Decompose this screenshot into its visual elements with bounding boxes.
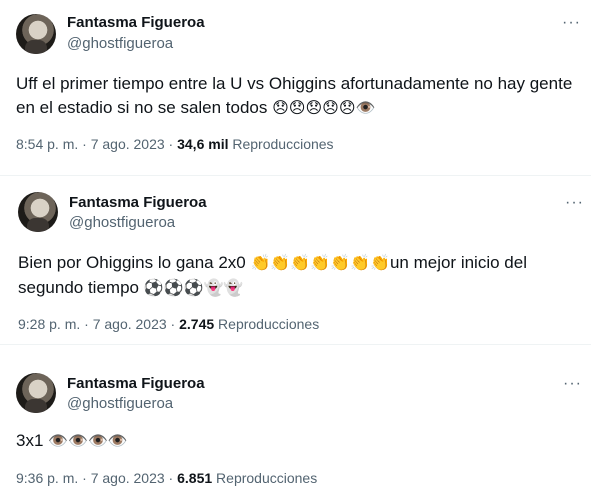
- tweet-emojis: 😞😞😞😞😞👁️: [272, 100, 376, 117]
- avatar[interactable]: [18, 192, 58, 232]
- tweet-time[interactable]: 9:28 p. m. · 7 ago. 2023 ·: [18, 316, 179, 332]
- tweet-meta: 9:28 p. m. · 7 ago. 2023 · 2.745 Reprodu…: [18, 316, 319, 332]
- author-name[interactable]: Fantasma Figueroa: [69, 194, 207, 211]
- author-name[interactable]: Fantasma Figueroa: [67, 375, 205, 392]
- tweet-2[interactable]: Fantasma Figueroa @ghostfigueroa ··· Bie…: [0, 175, 591, 345]
- avatar[interactable]: [16, 373, 56, 413]
- author-name[interactable]: Fantasma Figueroa: [67, 14, 205, 31]
- ball-ghost-emojis: ⚽⚽⚽👻👻: [143, 280, 244, 297]
- avatar[interactable]: [16, 14, 56, 54]
- tweet-meta: 9:36 p. m. · 7 ago. 2023 · 6.851 Reprodu…: [16, 470, 317, 486]
- tweet-text-part-a: Bien por Ohiggins lo gana 2x0: [18, 253, 251, 272]
- views-label: Reproducciones: [214, 316, 320, 332]
- tweet-3[interactable]: Fantasma Figueroa @ghostfigueroa ··· 3x1…: [0, 355, 591, 501]
- eye-emojis: 👁️👁️👁️👁️: [48, 433, 128, 450]
- tweet-time[interactable]: 8:54 p. m. · 7 ago. 2023 ·: [16, 136, 177, 152]
- more-options-icon[interactable]: ···: [562, 15, 581, 31]
- views-label: Reproducciones: [228, 136, 334, 152]
- tweet-meta: 8:54 p. m. · 7 ago. 2023 · 34,6 mil Repr…: [16, 136, 334, 152]
- tweet-text-part-b: un mejor inicio del: [389, 253, 527, 272]
- view-count: 34,6 mil: [177, 136, 229, 152]
- author-handle[interactable]: @ghostfigueroa: [69, 214, 175, 231]
- clap-emojis: 👏👏👏👏👏👏👏: [250, 255, 390, 272]
- tweet-1[interactable]: Fantasma Figueroa @ghostfigueroa ··· Uff…: [0, 0, 591, 168]
- more-options-icon[interactable]: ···: [565, 195, 584, 211]
- tweet-text: Uff el primer tiempo entre la U vs Ohigg…: [16, 72, 576, 121]
- author-handle[interactable]: @ghostfigueroa: [67, 395, 173, 412]
- more-options-icon[interactable]: ···: [563, 376, 582, 392]
- tweet-text: Bien por Ohiggins lo gana 2x0 👏👏👏👏👏👏👏un …: [18, 251, 578, 301]
- view-count: 2.745: [179, 316, 215, 332]
- tweet-time[interactable]: 9:36 p. m. · 7 ago. 2023 ·: [16, 470, 177, 486]
- view-count: 6.851: [177, 470, 213, 486]
- views-label: Reproducciones: [212, 470, 318, 486]
- tweet-text-body: 3x1: [16, 431, 49, 450]
- tweet-text-part-c: segundo tiempo: [18, 278, 144, 297]
- tweet-text: 3x1 👁️👁️👁️👁️: [16, 429, 576, 454]
- author-handle[interactable]: @ghostfigueroa: [67, 35, 173, 52]
